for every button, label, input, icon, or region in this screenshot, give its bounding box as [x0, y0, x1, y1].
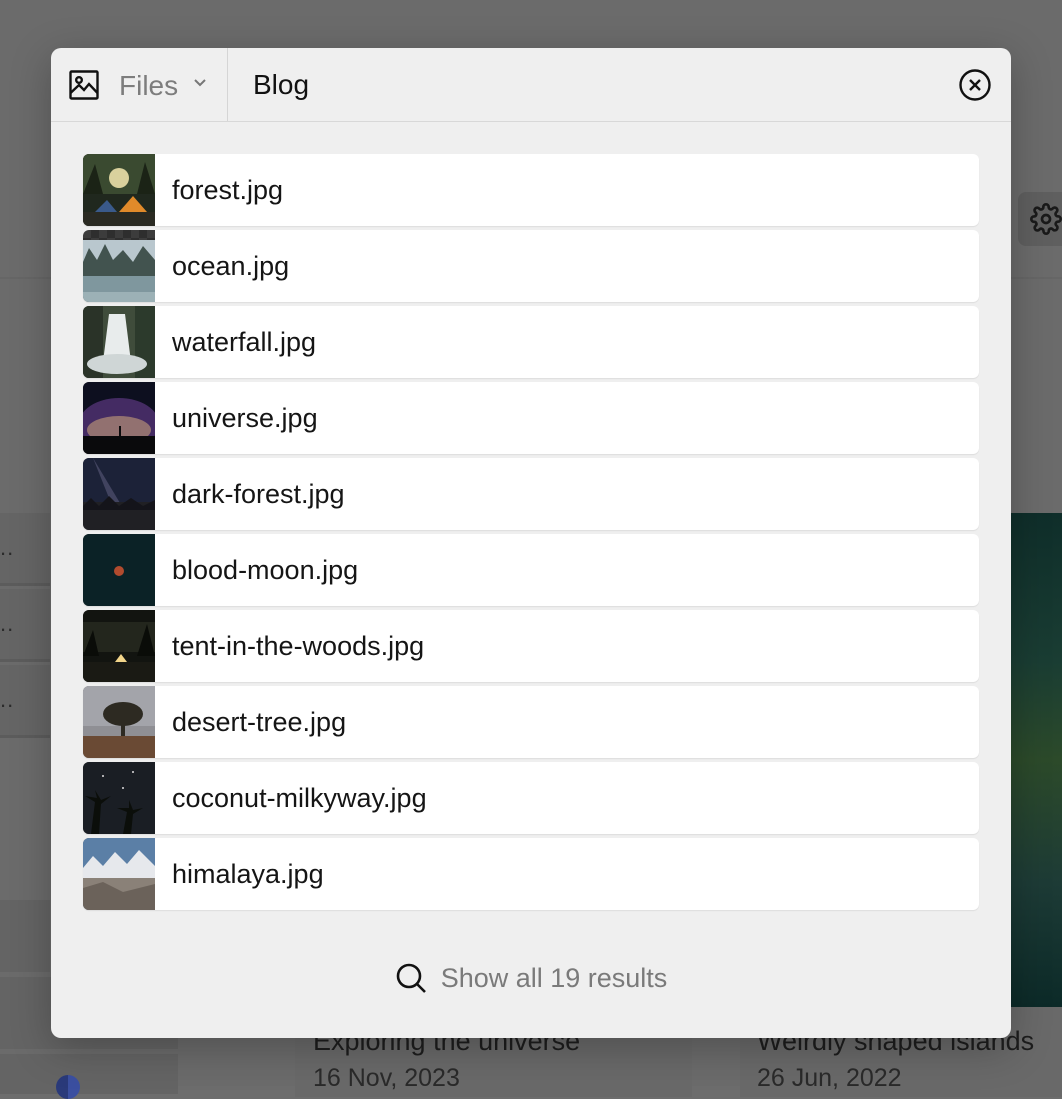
result-item[interactable]: tent-in-the-woods.jpg	[83, 610, 979, 682]
thumbnail	[83, 838, 155, 910]
results-list: forest.jpg ocean.jpg waterfall.jpg unive…	[83, 154, 979, 914]
background-list-item: ..	[0, 513, 50, 586]
thumbnail-image	[83, 838, 155, 910]
result-filename: tent-in-the-woods.jpg	[172, 631, 425, 661]
show-all-results-button[interactable]: Show all 19 results	[51, 958, 1011, 998]
thumbnail	[83, 534, 155, 606]
thumbnail	[83, 686, 155, 758]
thumbnail-image	[83, 306, 155, 378]
scope-label: Files	[119, 70, 179, 101]
thumbnail	[83, 382, 155, 454]
result-filename: forest.jpg	[172, 175, 284, 205]
thumbnail-image	[83, 382, 155, 454]
result-item[interactable]: universe.jpg	[83, 382, 979, 454]
background-list-item: ..	[0, 589, 50, 662]
background-list-item: ..	[0, 665, 50, 738]
search-input[interactable]: Blog	[253, 69, 309, 101]
background-block	[0, 1054, 178, 1094]
settings-button	[1018, 192, 1062, 246]
result-item[interactable]: waterfall.jpg	[83, 306, 979, 378]
result-filename: himalaya.jpg	[172, 859, 324, 889]
thumbnail-image	[83, 610, 155, 682]
thumbnail	[83, 154, 155, 226]
search-modal: Files Blog forest.jpg ocean.jpg waterfal…	[51, 48, 1011, 1038]
thumbnail-image	[83, 686, 155, 758]
result-item[interactable]: blood-moon.jpg	[83, 534, 979, 606]
search-icon	[396, 963, 426, 993]
search-header: Files Blog	[51, 48, 1011, 122]
thumbnail-image	[83, 762, 155, 834]
scope-dropdown[interactable]: Files	[51, 48, 228, 121]
thumbnail	[83, 230, 155, 302]
result-filename: blood-moon.jpg	[172, 555, 359, 585]
thumbnail-image	[83, 154, 155, 226]
image-icon	[69, 70, 99, 100]
result-filename: waterfall.jpg	[172, 327, 317, 357]
show-all-label: Show all 19 results	[440, 962, 668, 993]
island-image	[1010, 513, 1062, 1007]
blog-card-date: 26 Jun, 2022	[757, 1064, 902, 1092]
close-icon[interactable]	[958, 68, 992, 102]
thumbnail-image	[83, 534, 155, 606]
result-filename: coconut-milkyway.jpg	[172, 783, 427, 813]
result-item[interactable]: desert-tree.jpg	[83, 686, 979, 758]
blog-card-date: 16 Nov, 2023	[313, 1064, 460, 1092]
thumbnail	[83, 762, 155, 834]
thumbnail	[83, 610, 155, 682]
thumbnail-image	[83, 240, 155, 302]
result-item[interactable]: himalaya.jpg	[83, 838, 979, 910]
thumbnail	[83, 458, 155, 530]
gear-icon	[1030, 203, 1062, 235]
result-item[interactable]: forest.jpg	[83, 154, 979, 226]
result-item[interactable]: dark-forest.jpg	[83, 458, 979, 530]
background-block	[0, 900, 50, 972]
result-filename: universe.jpg	[172, 403, 318, 433]
result-filename: ocean.jpg	[172, 251, 290, 281]
chevron-down-icon	[194, 79, 206, 87]
result-filename: desert-tree.jpg	[172, 707, 347, 737]
theme-toggle-icon	[56, 1075, 80, 1099]
thumbnail	[83, 306, 155, 378]
result-item[interactable]: coconut-milkyway.jpg	[83, 762, 979, 834]
result-item[interactable]: ocean.jpg	[83, 230, 979, 302]
thumbnail-image	[83, 458, 155, 530]
result-filename: dark-forest.jpg	[172, 479, 345, 509]
